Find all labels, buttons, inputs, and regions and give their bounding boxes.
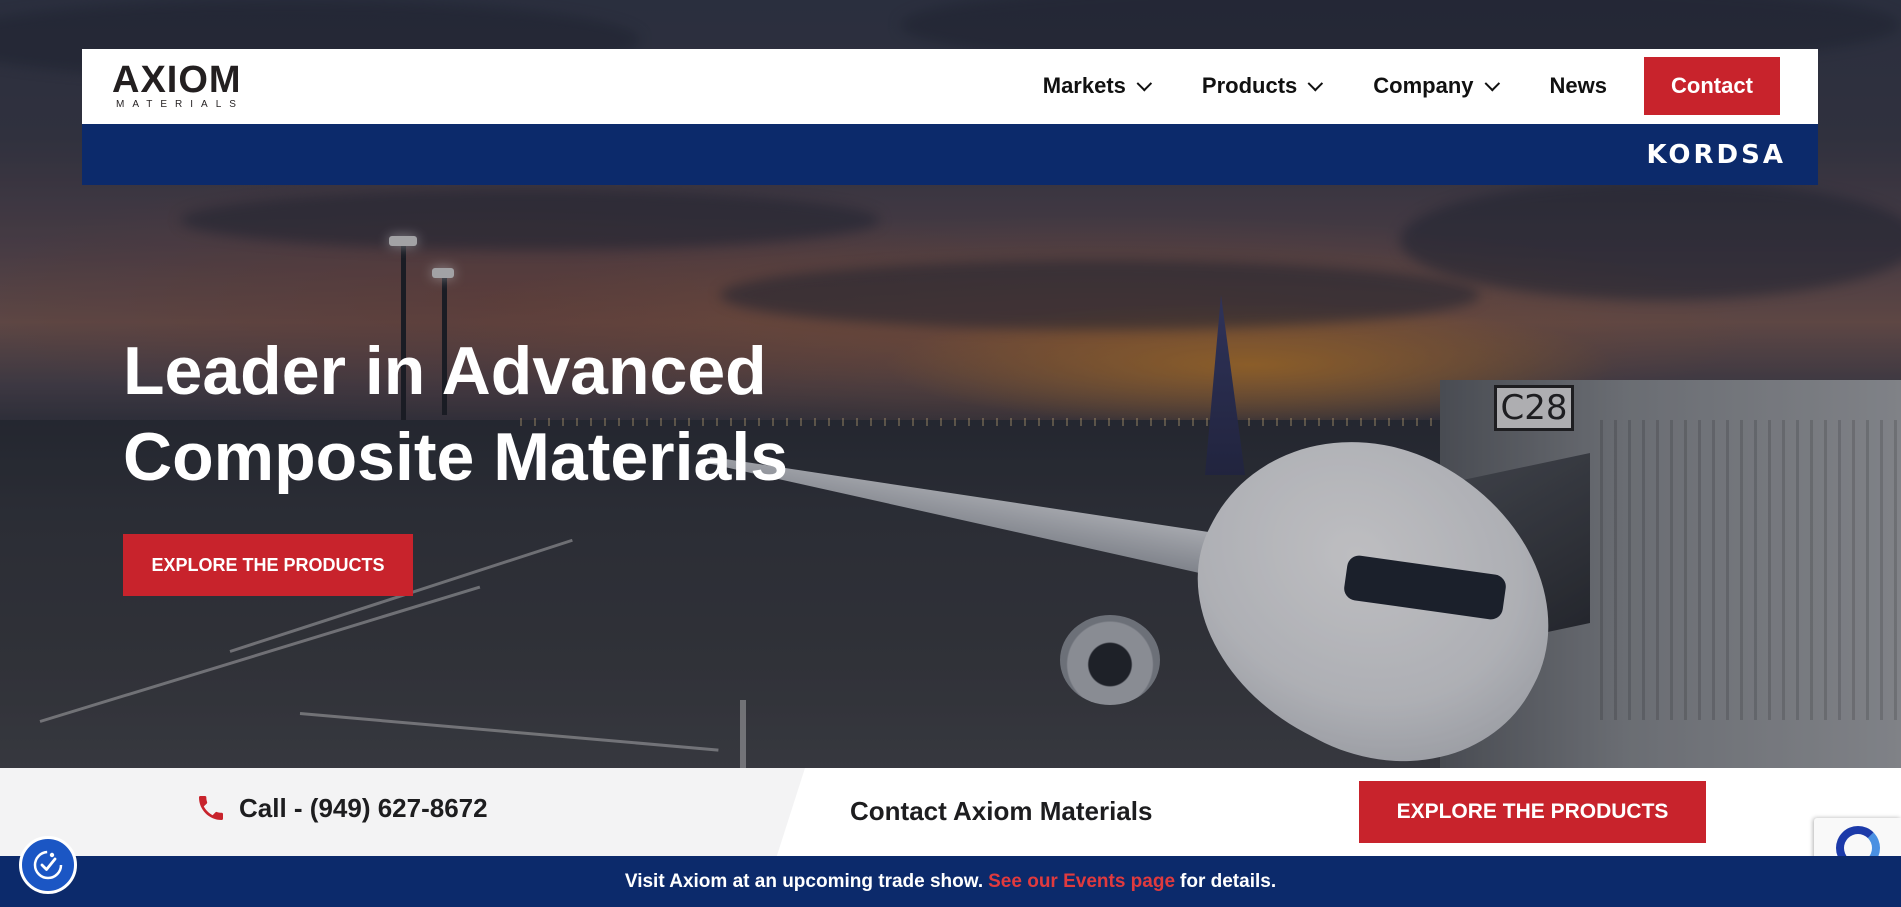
axiom-logo[interactable]: AXIOM MATERIALS	[112, 61, 282, 113]
nav-markets-label: Markets	[1042, 73, 1126, 98]
explore-products-button-secondary[interactable]: EXPLORE THE PRODUCTS	[1359, 781, 1706, 843]
hero-title: Leader in Advanced Composite Materials	[123, 328, 823, 500]
nav-markets[interactable]: Markets	[1042, 73, 1153, 99]
chevron-down-icon	[1484, 75, 1500, 91]
contact-axiom-link[interactable]: Contact Axiom Materials	[850, 796, 1152, 827]
chevron-down-icon	[1136, 75, 1153, 91]
announcement-bar: Visit Axiom at an upcoming trade show. S…	[0, 856, 1901, 907]
nav-products-label: Products	[1201, 73, 1298, 98]
accessibility-icon	[33, 850, 63, 880]
contact-strip: Call - (949) 627-8672 Contact Axiom Mate…	[0, 768, 1901, 856]
phone-icon	[199, 796, 223, 820]
hero-title-line1: Leader in Advanced	[123, 333, 767, 409]
explore-products-button[interactable]: EXPLORE THE PRODUCTS	[123, 534, 413, 596]
announcement-suffix: for details.	[1180, 870, 1277, 892]
chevron-down-icon	[1307, 75, 1324, 91]
partner-bar: KORDSA	[82, 124, 1818, 185]
nav-news-label: News	[1549, 73, 1607, 98]
nav-news[interactable]: News	[1550, 73, 1607, 99]
site-header: AXIOM MATERIALS Markets Products Company…	[82, 49, 1818, 124]
hero-title-line2: Composite Materials	[123, 419, 789, 495]
events-page-link[interactable]: See our Events page	[988, 871, 1175, 893]
logo-wordmark: AXIOM	[112, 61, 282, 99]
kordsa-wordmark: KORDSA	[1646, 140, 1786, 170]
call-link[interactable]: Call - (949) 627-8672	[195, 792, 488, 824]
main-nav: Markets Products Company News Contact	[1043, 57, 1780, 115]
nav-products[interactable]: Products	[1201, 73, 1324, 99]
nav-company[interactable]: Company	[1373, 73, 1500, 99]
logo-subtext: MATERIALS	[116, 99, 244, 110]
announcement-text: Visit Axiom at an upcoming trade show.	[624, 870, 984, 892]
kordsa-logo[interactable]: KORDSA	[1646, 140, 1786, 170]
contact-button[interactable]: Contact	[1644, 57, 1780, 115]
accessibility-button[interactable]	[19, 836, 77, 894]
nav-company-label: Company	[1373, 73, 1474, 98]
logo-text: AXIOM	[112, 59, 242, 101]
phone-number: Call - (949) 627-8672	[239, 792, 488, 823]
